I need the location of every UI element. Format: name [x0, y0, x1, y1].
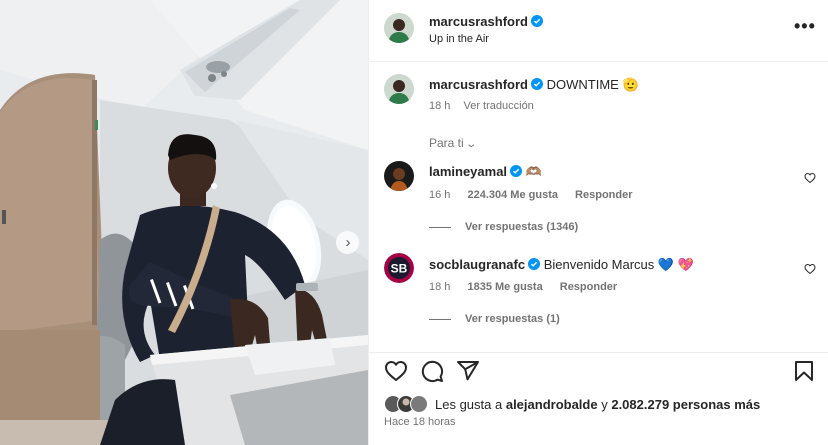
post-location[interactable]: Up in the Air [429, 33, 489, 45]
view-replies-label: Ver respuestas (1346) [465, 221, 579, 233]
bookmark-icon[interactable] [792, 359, 816, 383]
verified-badge-icon [528, 258, 541, 270]
author-row: marcusrashford [429, 13, 543, 31]
next-image-button[interactable]: › [336, 231, 359, 254]
comment-icon[interactable] [420, 359, 444, 383]
comment-time: 16 h [429, 189, 451, 201]
likes-prefix: Les gusta a [435, 397, 503, 412]
commenter-username[interactable]: lamineyamal [429, 164, 507, 179]
caption-author-avatar[interactable] [384, 74, 414, 104]
post-photo[interactable]: › [0, 0, 368, 445]
author-avatar[interactable] [384, 13, 414, 43]
more-options-icon[interactable]: ••• [794, 16, 816, 37]
view-replies-button[interactable]: Ver respuestas (1346) [429, 221, 578, 233]
commenter-avatar[interactable]: SB [384, 253, 414, 283]
caption-meta: 18 h Ver traducción [429, 100, 534, 112]
comment-likes[interactable]: 1835 Me gusta [467, 281, 542, 293]
commenter-username[interactable]: socblaugranafc [429, 257, 525, 272]
svg-text:SB: SB [391, 262, 408, 276]
comment-likes[interactable]: 224.304 Me gusta [467, 189, 558, 201]
comment-like-heart-icon[interactable] [804, 263, 816, 275]
post-timestamp[interactable]: Hace 18 horas [384, 416, 456, 428]
liker-username[interactable]: alejandrobalde [506, 397, 598, 412]
post-header: marcusrashford Up in the Air ••• [369, 0, 828, 62]
liker-avatars[interactable] [384, 395, 429, 413]
likes-count[interactable]: 2.082.279 personas más [611, 397, 760, 412]
heart-icon[interactable] [384, 359, 408, 383]
likes-connector: y [601, 397, 608, 412]
author-username[interactable]: marcusrashford [429, 14, 528, 29]
caption: marcusrashford DOWNTIME 🫡 [429, 77, 639, 93]
comment-like-heart-icon[interactable] [804, 172, 816, 184]
translate-link[interactable]: Ver traducción [463, 100, 533, 112]
verified-badge-icon [530, 78, 543, 90]
comment-meta: 16 h 224.304 Me gusta Responder [429, 189, 647, 201]
view-replies-label: Ver respuestas (1) [465, 313, 560, 325]
chevron-right-icon: › [345, 234, 351, 251]
post-photo-illustration [0, 0, 368, 445]
caption-username[interactable]: marcusrashford [429, 77, 528, 92]
comment-sort-label: Para ti [429, 136, 464, 150]
replies-divider [429, 226, 451, 228]
replies-divider [429, 318, 451, 320]
send-icon[interactable] [456, 359, 480, 383]
comment-text: Bienvenido Marcus [543, 257, 655, 272]
reply-button[interactable]: Responder [560, 281, 617, 293]
comment-time: 18 h [429, 281, 451, 293]
post-detail-panel: marcusrashford Up in the Air ••• marcusr… [368, 0, 828, 445]
commenter-avatar[interactable] [384, 161, 414, 191]
comment-line: socblaugranafc Bienvenido Marcus 💙 💖 [429, 257, 694, 273]
verified-badge-icon [530, 15, 543, 27]
comment-line: lamineyamal 🫶🏽 [429, 164, 542, 180]
verified-badge-icon [510, 165, 523, 177]
post-action-bar [369, 352, 828, 384]
view-replies-button[interactable]: Ver respuestas (1) [429, 313, 560, 325]
comment-meta: 18 h 1835 Me gusta Responder [429, 281, 631, 293]
reply-button[interactable]: Responder [575, 189, 632, 201]
chevron-down-icon: ⌄ [465, 139, 477, 150]
caption-emoji: 🫡 [622, 77, 639, 92]
likes-text: Les gusta a alejandrobalde y 2.082.279 p… [435, 397, 760, 412]
caption-text: DOWNTIME [546, 77, 619, 92]
comment-emoji: 💙 💖 [657, 257, 694, 272]
comment-sort-dropdown[interactable]: Para ti⌄ [429, 136, 477, 150]
caption-time: 18 h [429, 100, 451, 112]
comment-emoji: 🫶🏽 [525, 164, 542, 179]
